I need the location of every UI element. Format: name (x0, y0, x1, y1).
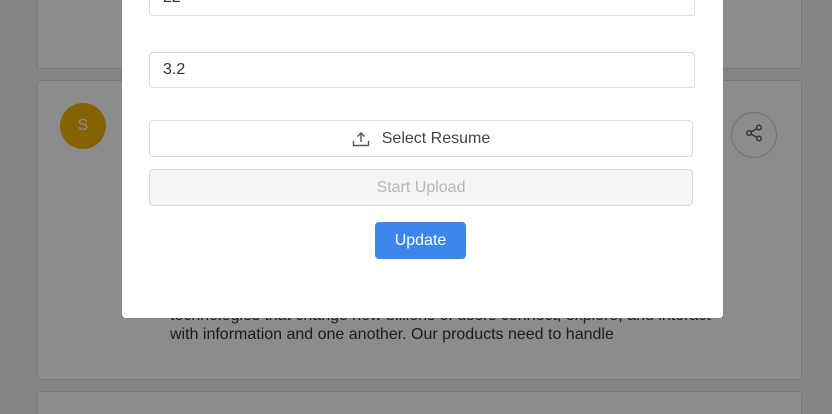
select-resume-label: Select Resume (381, 129, 491, 147)
second-field[interactable] (149, 52, 695, 88)
update-button[interactable]: Update (375, 222, 466, 259)
edit-modal: Select Resume Start Upload Update (122, 0, 723, 318)
first-field[interactable] (149, 0, 695, 16)
start-upload-label: Start Upload (376, 178, 466, 196)
start-upload-button[interactable]: Start Upload (149, 169, 693, 206)
upload-icon (352, 131, 370, 147)
select-resume-button[interactable]: Select Resume (149, 120, 693, 157)
page: S technologies that change how billions … (0, 0, 832, 414)
update-label: Update (394, 231, 447, 249)
